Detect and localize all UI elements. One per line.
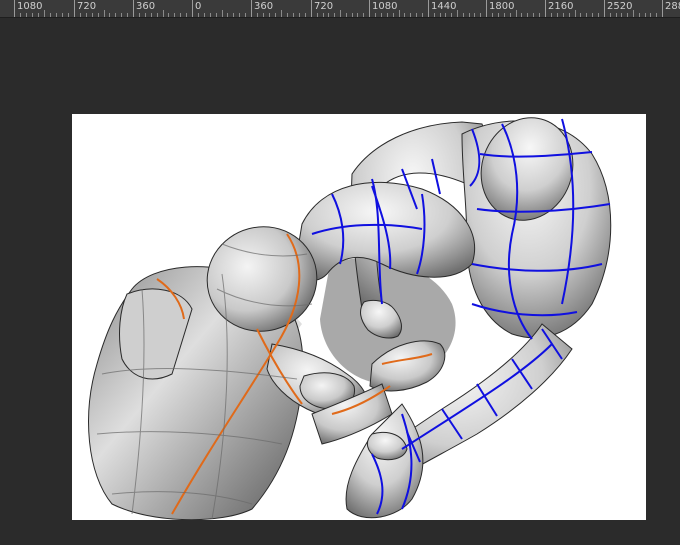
- ruler-label: 2160: [548, 1, 574, 12]
- pose-illustration: [88, 117, 612, 520]
- ruler-label: 288: [665, 1, 680, 12]
- ruler-label: 360: [254, 1, 274, 12]
- ruler-label: 1440: [431, 1, 457, 12]
- document-canvas[interactable]: [72, 114, 646, 520]
- ruler-label: 2520: [607, 1, 633, 12]
- ruler-label: 720: [314, 1, 334, 12]
- canvas-workspace[interactable]: [0, 18, 680, 545]
- ruler-label: 1080: [372, 1, 398, 12]
- ruler-ticks: [14, 0, 663, 17]
- ruler-label: 0: [195, 1, 202, 12]
- ruler-label: 1080: [17, 1, 43, 12]
- ruler-label: 720: [77, 1, 97, 12]
- ruler-label: 360: [136, 1, 156, 12]
- ruler-label: 1800: [489, 1, 515, 12]
- horizontal-ruler[interactable]: 1080 720 360 0 360 720 1080 1440 1800 21…: [0, 0, 680, 18]
